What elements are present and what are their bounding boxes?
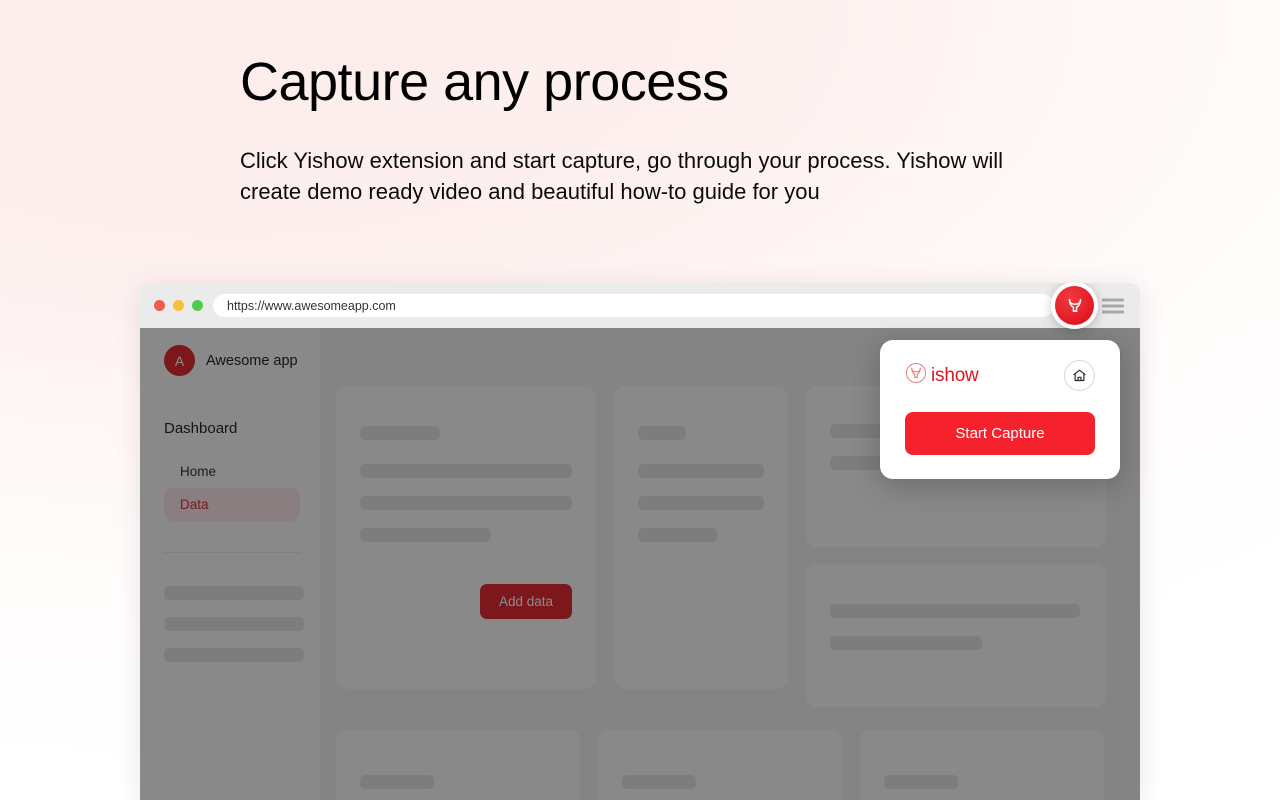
yishow-logo-icon (1055, 286, 1094, 325)
placeholder-bar (638, 496, 764, 510)
yishow-logo-icon (905, 362, 927, 389)
avatar: A (164, 345, 195, 376)
placeholder-bar (360, 426, 440, 440)
maximize-window-icon[interactable] (192, 300, 203, 311)
window-controls (154, 300, 203, 311)
placeholder-bar (360, 528, 491, 542)
start-capture-button[interactable]: Start Capture (905, 412, 1095, 455)
sidebar-placeholder-group (164, 586, 304, 662)
page-subtitle: Click Yishow extension and start capture… (240, 148, 1004, 204)
placeholder-bar (164, 648, 304, 662)
placeholder-bar (360, 464, 572, 478)
page-root: Capture any process Click Yishow extensi… (0, 0, 1280, 800)
card-quaternary (806, 564, 1106, 707)
extension-popup: ishow Start Capture (880, 340, 1120, 479)
popup-brand-text: ishow (931, 364, 979, 386)
browser-chrome-bar: https://www.awesomeapp.com (140, 283, 1140, 328)
sidebar-item-data[interactable]: Data (164, 488, 300, 521)
placeholder-bar (638, 528, 717, 542)
add-data-button[interactable]: Add data (479, 584, 572, 619)
placeholder-bar (622, 775, 696, 789)
card-bottom (598, 729, 842, 800)
placeholder-bar (638, 464, 764, 478)
hamburger-menu-icon[interactable] (1102, 298, 1124, 313)
card-secondary (614, 386, 788, 689)
close-window-icon[interactable] (154, 300, 165, 311)
placeholder-bar (884, 775, 958, 789)
sidebar-item-home[interactable]: Home (164, 455, 300, 488)
sidebar-divider (164, 552, 300, 553)
page-title: Capture any process (240, 52, 729, 112)
placeholder-bar (164, 586, 304, 600)
placeholder-bar (830, 636, 982, 650)
app-sidebar: A Awesome app Dashboard Home Data (140, 328, 320, 800)
card-bottom (860, 729, 1104, 800)
app-brand-name: Awesome app (206, 352, 298, 369)
sidebar-nav: Home Data (164, 455, 300, 521)
app-brand: A Awesome app (164, 345, 300, 376)
placeholder-group (638, 464, 764, 542)
sidebar-heading: Dashboard (164, 420, 238, 437)
placeholder-bar (360, 496, 572, 510)
card-primary: Add data (336, 386, 596, 689)
card-bottom (336, 729, 580, 800)
home-button[interactable] (1064, 360, 1095, 391)
hero-section: Capture any process Click Yishow extensi… (240, 52, 1060, 207)
popup-header: ishow (905, 360, 1095, 391)
popup-brand: ishow (905, 362, 979, 389)
card-grid-bottom (336, 729, 1124, 800)
yishow-extension-button[interactable] (1051, 283, 1098, 329)
placeholder-bar (638, 426, 686, 440)
placeholder-bar (830, 604, 1080, 618)
placeholder-bar (164, 617, 304, 631)
placeholder-group (360, 464, 572, 542)
placeholder-bar (360, 775, 434, 789)
minimize-window-icon[interactable] (173, 300, 184, 311)
address-bar-input[interactable]: https://www.awesomeapp.com (213, 294, 1054, 317)
placeholder-group (830, 604, 1082, 650)
home-icon (1073, 369, 1086, 382)
